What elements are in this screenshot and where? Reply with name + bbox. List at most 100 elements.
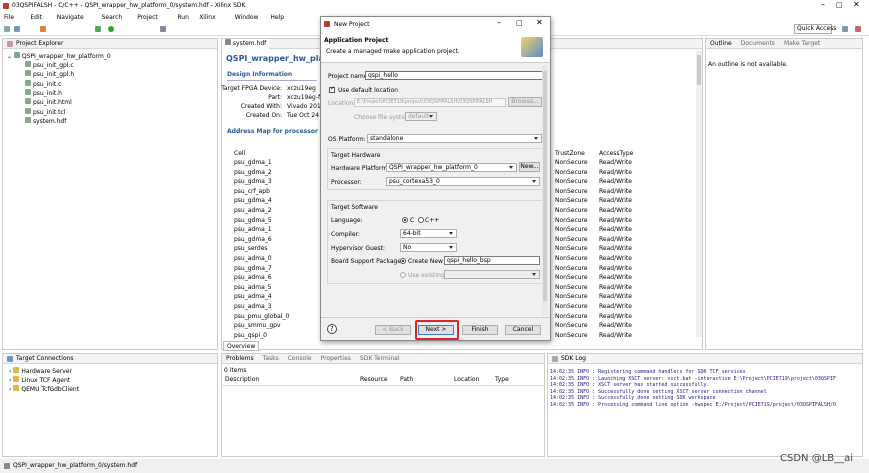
expand-icon[interactable]: › [9,368,11,375]
dialog-minimize-icon[interactable]: – [497,18,501,27]
col-type[interactable]: Type [495,376,509,383]
perspective-icon[interactable] [842,26,848,32]
expand-icon[interactable]: ⌄ [7,53,12,60]
compiler-label: Compiler: [331,231,360,238]
perspective-cpp-icon[interactable] [855,26,861,32]
problems-tab-console[interactable]: Console [288,355,312,362]
cell-trustzone: NonSecure [555,187,588,195]
debug-icon[interactable] [95,26,101,32]
menu-search[interactable]: Search [102,14,123,21]
menu-xilinx[interactable]: Xilinx [199,14,215,21]
dialog-close-icon[interactable]: ✕ [536,18,543,27]
target-connections-title[interactable]: Target Connections [16,355,74,362]
connection-item[interactable]: › QEMU TcfGdbClient [9,385,79,393]
tree-file[interactable]: psu_init.h [25,88,62,97]
cell-name: psu_adma_6 [234,274,272,282]
editor-tab[interactable]: system.hdf [222,38,270,49]
problems-tab-properties[interactable]: Properties [321,355,351,362]
finish-button[interactable]: Finish [462,325,498,335]
expand-icon[interactable]: › [9,377,11,384]
location-input[interactable]: E:\Project\PCIE719\project\03QSPIFALSH\0… [354,98,506,107]
maximize-icon[interactable]: □ [836,1,843,9]
editor-scrollbar[interactable] [696,51,702,337]
cell-name: psu_gdma_7 [234,264,272,272]
help-icon[interactable]: ? [327,324,337,334]
use-default-checkbox[interactable]: ✓ [329,85,335,93]
menu-file[interactable]: File [4,14,14,21]
cell-access: Read/Write [599,178,632,186]
cell-trustzone: NonSecure [555,274,588,282]
menu-window[interactable]: Window [235,14,259,21]
cell-access: Read/Write [599,197,632,205]
lang-cpp-radio[interactable] [418,217,424,223]
problems-tab-sdk-terminal[interactable]: SDK Terminal [360,355,400,362]
menu-help[interactable]: Help [270,14,284,21]
overview-tab[interactable]: Overview [223,341,260,351]
project-name-input[interactable]: qspi_hello [365,71,543,80]
tree-file[interactable]: psu_init.tcl [25,107,65,116]
hw-platform-select[interactable]: QSPI_wrapper_hw_platform_0 [386,163,517,172]
run-icon[interactable] [108,26,114,32]
tree-file-label: psu_init.h [33,89,62,97]
outline-tab-outline[interactable]: Outline [710,40,732,47]
search-icon[interactable] [160,26,166,32]
hypervisor-select[interactable]: No [400,243,457,252]
cancel-button[interactable]: Cancel [505,325,541,335]
tree-file[interactable]: psu_init.html [25,98,72,106]
col-description[interactable]: Description [225,376,259,383]
expand-icon[interactable]: › [9,386,11,393]
build-icon[interactable] [40,26,46,32]
new-icon[interactable] [4,26,10,32]
cell-trustzone: NonSecure [555,245,588,253]
problems-tab-problems[interactable]: Problems [226,355,254,362]
bsp-name-input[interactable]: qspi_hello_bsp [444,256,540,265]
cell-name: psu_serdes [234,245,268,253]
problems-tab-tasks[interactable]: Tasks [263,355,279,362]
col-path[interactable]: Path [400,376,413,383]
new-hw-button[interactable]: New... [519,162,540,172]
outline-tab-documents[interactable]: Documents [741,40,775,47]
compiler-select[interactable]: 64-bit [400,229,457,238]
info-key: Target FPGA Device: [221,85,282,92]
os-platform-select[interactable]: standalone [367,134,542,143]
connection-item[interactable]: › Linux TCF Agent [9,376,70,384]
minimize-icon[interactable]: – [821,0,825,9]
quick-access-input[interactable]: Quick Access [794,24,836,34]
sdk-log-title[interactable]: SDK Log [561,355,586,362]
menu-project[interactable]: Project [137,14,158,21]
tree-file[interactable]: system.hdf [25,116,66,125]
back-button[interactable]: < Back [375,325,411,335]
cell-trustzone: NonSecure [555,178,588,186]
create-new-radio[interactable] [400,258,406,264]
tree-file[interactable]: psu_init.c [25,79,61,88]
processor-select[interactable]: psu_cortexa53_0 [386,177,540,186]
browse-button[interactable]: Browse... [508,97,542,107]
cell-trustzone: NonSecure [555,303,588,310]
menu-edit[interactable]: Edit [30,14,42,21]
info-key: Created With: [240,103,282,110]
save-icon[interactable] [14,26,20,32]
existing-bsp-select[interactable] [444,270,540,279]
project-explorer-title[interactable]: Project Explorer [16,40,63,47]
dialog-maximize-icon[interactable]: □ [516,19,523,27]
dialog-scrollbar[interactable] [542,65,548,315]
tree-file[interactable]: psu_init_gpl.c [25,61,74,69]
connection-item[interactable]: › Hardware Server [9,367,72,375]
overview-tab-label: Overview [227,343,256,350]
status-bar: QSPI_wrapper_hw_platform_0/system.hdf CS… [0,453,869,473]
close-icon[interactable]: ✕ [853,0,860,9]
lang-c-radio[interactable] [402,217,408,223]
col-resource[interactable]: Resource [360,376,388,383]
cell-name: psu_qspi_0 [234,331,267,339]
tree-root[interactable]: ⌄ QSPI_wrapper_hw_platform_0 [7,52,111,60]
menu-navigate[interactable]: Navigate [57,14,84,21]
menu-run[interactable]: Run [177,14,189,21]
folder-icon [13,376,20,382]
outline-tab-make-target[interactable]: Make Target [784,40,820,47]
col-location[interactable]: Location [454,376,479,383]
xilinx-app-icon [3,3,9,9]
file-system-select[interactable]: default [405,112,437,121]
design-info-heading: Design Information [227,71,293,78]
use-existing-radio[interactable] [400,272,406,278]
tree-file[interactable]: psu_init_gpl.h [25,70,74,78]
